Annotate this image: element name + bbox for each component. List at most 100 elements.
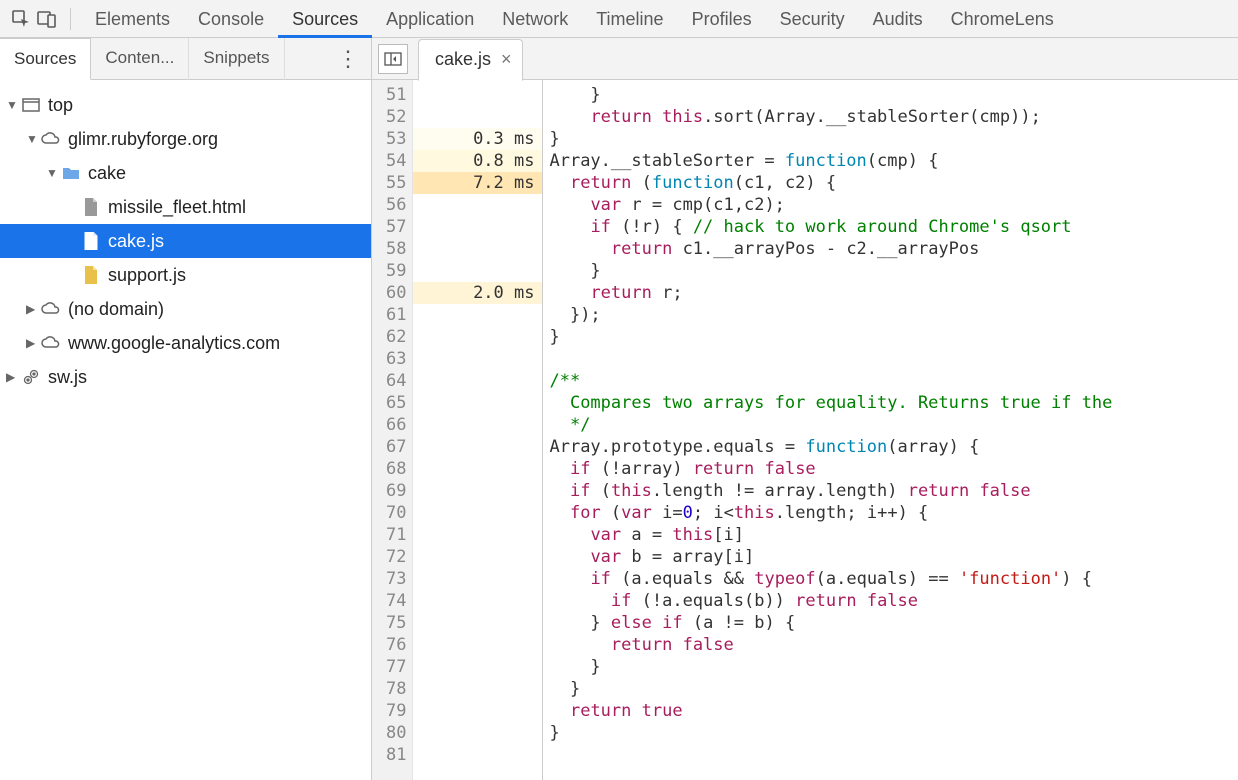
timing-value xyxy=(413,194,542,216)
code-line[interactable]: return (function(c1, c2) { xyxy=(549,172,1238,194)
main-tab-sources[interactable]: Sources xyxy=(278,0,372,38)
line-number[interactable]: 76 xyxy=(386,634,406,656)
tree-label: cake.js xyxy=(108,231,164,252)
line-number[interactable]: 53 xyxy=(386,128,406,150)
tree-node-domain[interactable]: ▶ www.google-analytics.com xyxy=(0,326,371,360)
code-line[interactable]: if (!a.equals(b)) return false xyxy=(549,590,1238,612)
line-number[interactable]: 56 xyxy=(386,194,406,216)
line-number[interactable]: 64 xyxy=(386,370,406,392)
timing-value xyxy=(413,436,542,458)
tree-node-file[interactable]: missile_fleet.html xyxy=(0,190,371,224)
inspect-icon[interactable] xyxy=(8,6,34,32)
code-content[interactable]: } return this.sort(Array.__stableSorter(… xyxy=(543,80,1238,780)
line-number[interactable]: 78 xyxy=(386,678,406,700)
code-line[interactable]: return c1.__arrayPos - c2.__arrayPos xyxy=(549,238,1238,260)
device-mode-icon[interactable] xyxy=(34,6,60,32)
code-line[interactable]: if (!array) return false xyxy=(549,458,1238,480)
line-number[interactable]: 67 xyxy=(386,436,406,458)
code-line[interactable]: return false xyxy=(549,634,1238,656)
line-number[interactable]: 61 xyxy=(386,304,406,326)
tree-node-file[interactable]: support.js xyxy=(0,258,371,292)
code-line[interactable]: for (var i=0; i<this.length; i++) { xyxy=(549,502,1238,524)
code-area[interactable]: 5152535455565758596061626364656667686970… xyxy=(372,80,1238,780)
line-number[interactable]: 72 xyxy=(386,546,406,568)
code-line[interactable]: /** xyxy=(549,370,1238,392)
line-number[interactable]: 55 xyxy=(386,172,406,194)
line-number[interactable]: 63 xyxy=(386,348,406,370)
timing-value xyxy=(413,524,542,546)
main-tab-audits[interactable]: Audits xyxy=(859,0,937,38)
line-number[interactable]: 75 xyxy=(386,612,406,634)
file-tab[interactable]: cake.js × xyxy=(418,39,523,81)
line-number[interactable]: 79 xyxy=(386,700,406,722)
line-number[interactable]: 66 xyxy=(386,414,406,436)
code-line[interactable]: var r = cmp(c1,c2); xyxy=(549,194,1238,216)
tree-label: cake xyxy=(88,163,126,184)
code-line[interactable]: return r; xyxy=(549,282,1238,304)
code-line[interactable]: var a = this[i] xyxy=(549,524,1238,546)
main-tab-timeline[interactable]: Timeline xyxy=(582,0,677,38)
main-tab-profiles[interactable]: Profiles xyxy=(678,0,766,38)
line-number[interactable]: 65 xyxy=(386,392,406,414)
tree-node-file-selected[interactable]: cake.js xyxy=(0,224,371,258)
line-number[interactable]: 74 xyxy=(386,590,406,612)
tree-node-domain[interactable]: ▶ (no domain) xyxy=(0,292,371,326)
tree-node-sw[interactable]: ▶ sw.js xyxy=(0,360,371,394)
line-number[interactable]: 59 xyxy=(386,260,406,282)
code-line[interactable]: return true xyxy=(549,700,1238,722)
chevron-right-icon: ▶ xyxy=(26,302,40,316)
code-line[interactable]: } else if (a != b) { xyxy=(549,612,1238,634)
line-number[interactable]: 58 xyxy=(386,238,406,260)
main-tab-security[interactable]: Security xyxy=(766,0,859,38)
sidebar-tab[interactable]: Conten... xyxy=(91,38,189,80)
main-tab-chromelens[interactable]: ChromeLens xyxy=(937,0,1068,38)
code-line[interactable]: */ xyxy=(549,414,1238,436)
tree-node-folder[interactable]: ▼ cake xyxy=(0,156,371,190)
cloud-icon xyxy=(40,336,62,350)
line-number[interactable]: 57 xyxy=(386,216,406,238)
line-number[interactable]: 51 xyxy=(386,84,406,106)
code-line[interactable]: if (this.length != array.length) return … xyxy=(549,480,1238,502)
code-line[interactable]: } xyxy=(549,326,1238,348)
code-line[interactable]: var b = array[i] xyxy=(549,546,1238,568)
main-tab-application[interactable]: Application xyxy=(372,0,488,38)
line-number[interactable]: 73 xyxy=(386,568,406,590)
code-line[interactable]: Compares two arrays for equality. Return… xyxy=(549,392,1238,414)
line-number[interactable]: 77 xyxy=(386,656,406,678)
code-line[interactable]: } xyxy=(549,260,1238,282)
code-line[interactable]: Array.__stableSorter = function(cmp) { xyxy=(549,150,1238,172)
code-line[interactable]: }); xyxy=(549,304,1238,326)
line-number[interactable]: 69 xyxy=(386,480,406,502)
code-line[interactable]: } xyxy=(549,128,1238,150)
code-line[interactable]: if (a.equals && typeof(a.equals) == 'fun… xyxy=(549,568,1238,590)
tree-node-top[interactable]: ▼ top xyxy=(0,88,371,122)
code-line[interactable]: if (!r) { // hack to work around Chrome'… xyxy=(549,216,1238,238)
code-line[interactable] xyxy=(549,744,1238,766)
code-line[interactable]: return this.sort(Array.__stableSorter(cm… xyxy=(549,106,1238,128)
main-tab-network[interactable]: Network xyxy=(488,0,582,38)
code-line[interactable]: } xyxy=(549,84,1238,106)
code-line[interactable]: } xyxy=(549,656,1238,678)
line-number[interactable]: 81 xyxy=(386,744,406,766)
line-number[interactable]: 71 xyxy=(386,524,406,546)
main-tab-console[interactable]: Console xyxy=(184,0,278,38)
sidebar-tab[interactable]: Sources xyxy=(0,38,91,80)
line-number[interactable]: 60 xyxy=(386,282,406,304)
more-options-icon[interactable]: ⋮ xyxy=(325,46,371,72)
line-number[interactable]: 70 xyxy=(386,502,406,524)
line-number[interactable]: 54 xyxy=(386,150,406,172)
line-number[interactable]: 80 xyxy=(386,722,406,744)
code-line[interactable]: } xyxy=(549,722,1238,744)
main-tab-elements[interactable]: Elements xyxy=(81,0,184,38)
line-number[interactable]: 52 xyxy=(386,106,406,128)
line-number[interactable]: 68 xyxy=(386,458,406,480)
close-icon[interactable]: × xyxy=(501,49,512,70)
sidebar-tab[interactable]: Snippets xyxy=(189,38,284,80)
timing-value xyxy=(413,722,542,744)
code-line[interactable]: Array.prototype.equals = function(array)… xyxy=(549,436,1238,458)
code-line[interactable]: } xyxy=(549,678,1238,700)
toggle-navigator-icon[interactable] xyxy=(378,44,408,74)
line-number[interactable]: 62 xyxy=(386,326,406,348)
code-line[interactable] xyxy=(549,348,1238,370)
tree-node-domain[interactable]: ▼ glimr.rubyforge.org xyxy=(0,122,371,156)
